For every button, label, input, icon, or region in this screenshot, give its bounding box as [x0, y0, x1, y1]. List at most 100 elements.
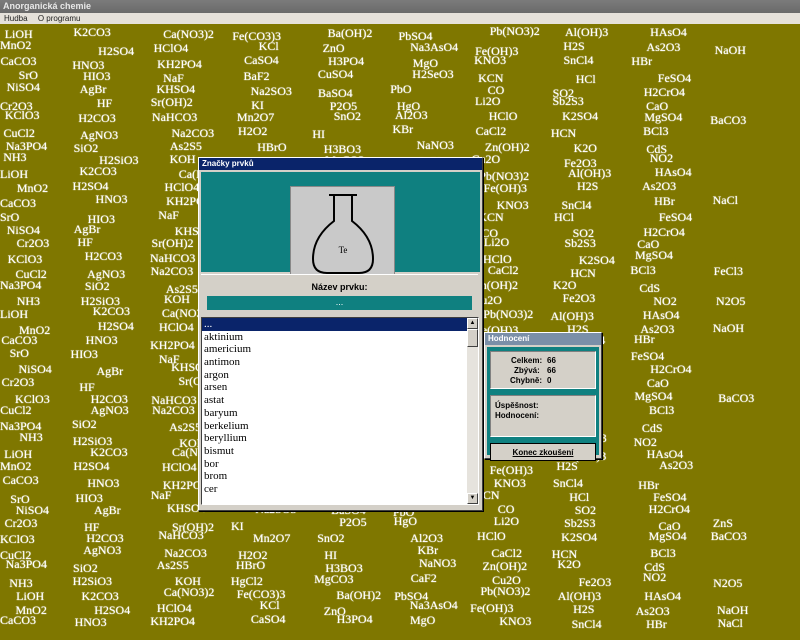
background-formula: MnO2 [16, 181, 49, 196]
background-formula: AgNO3 [80, 127, 119, 142]
background-formula: Al2O3 [394, 108, 428, 122]
background-formula: MgSO4 [634, 389, 673, 403]
background-formula: PbO [390, 82, 412, 97]
background-formula: Ba(OH)2 [327, 26, 373, 41]
background-formula: Pb(NO3)2 [483, 307, 534, 322]
background-formula: HBrO [257, 140, 287, 155]
background-formula: Sb2S3 [552, 94, 584, 109]
list-item[interactable]: ... [202, 318, 478, 331]
background-formula: NaCl [717, 615, 743, 630]
background-formula: Sr(OH)2 [151, 236, 194, 251]
total-label: Celkem: [511, 356, 543, 365]
background-formula: SrO [9, 346, 29, 361]
list-item[interactable]: berkelium [202, 420, 478, 433]
background-formula: KBr [392, 122, 414, 137]
background-formula: FeSO4 [657, 71, 692, 86]
background-formula: CaSO4 [244, 53, 279, 68]
background-formula: CaCO3 [0, 196, 36, 211]
background-formula: HIO3 [70, 347, 98, 362]
background-formula: NH3 [19, 430, 43, 445]
background-formula: HClO4 [161, 459, 197, 474]
background-formula: HBrO [235, 557, 266, 572]
background-formula: KH2PO4 [150, 614, 196, 629]
background-formula: NH3 [3, 150, 27, 165]
element-list[interactable]: ... aktinium americium antimon argon arsen ast… [201, 317, 479, 505]
background-formula: CaSO4 [250, 612, 286, 627]
background-formula: As2O3 [646, 39, 681, 54]
background-formula: KCl [258, 39, 279, 54]
background-formula: Li2O [483, 234, 510, 249]
background-formula: Al(OH)3 [564, 25, 609, 40]
remaining-label: Zbývá: [514, 366, 540, 375]
background-formula: N2O5 [716, 294, 746, 309]
list-item[interactable]: brom [202, 470, 478, 483]
background-formula: HgO [393, 514, 418, 529]
list-item[interactable]: aktinium [202, 331, 478, 344]
background-formula: Sr(OH)2 [150, 94, 193, 109]
list-item[interactable]: cer [202, 483, 478, 496]
background-formula: K2CO3 [79, 164, 117, 179]
list-item[interactable]: antimon [202, 356, 478, 369]
wrong-label: Chybně: [510, 376, 542, 385]
scroll-down-button[interactable]: ▼ [467, 493, 478, 504]
list-item[interactable]: astat [202, 394, 478, 407]
list-item[interactable]: argon [202, 369, 478, 382]
total-value: 66 [547, 356, 556, 365]
symbol-area: Te [201, 172, 480, 286]
list-scrollbar[interactable]: ▲ ▼ [467, 318, 478, 504]
background-formula: H2S [556, 458, 578, 473]
list-item[interactable]: arsen [202, 381, 478, 394]
background-formula: NO2 [642, 570, 667, 585]
list-item[interactable]: bor [202, 458, 478, 471]
background-formula: SnCl4 [563, 52, 594, 67]
background-formula: NO2 [649, 150, 674, 165]
background-formula: Fe(OH)3 [483, 181, 527, 196]
background-formula: Ca(NO3)2 [163, 585, 215, 600]
background-formula: H2O2 [238, 124, 268, 139]
background-formula: K2CO3 [90, 444, 128, 459]
flask-icon: Te [311, 194, 375, 274]
end-testing-button[interactable]: Konec zkoušení [490, 443, 596, 461]
scroll-up-button[interactable]: ▲ [467, 318, 478, 329]
background-formula: HClO [488, 108, 518, 123]
background-formula: KOH [169, 152, 196, 167]
background-formula: BCl3 [630, 263, 656, 278]
background-formula: H2SeO3 [412, 66, 454, 81]
background-formula: H2S [577, 178, 599, 193]
background-formula: HAsO4 [644, 588, 681, 603]
background-formula: HBr [646, 617, 667, 632]
background-formula: Na2SO3 [250, 84, 292, 99]
background-formula: HCN [550, 125, 577, 140]
scroll-thumb[interactable] [467, 329, 478, 347]
background-formula: NaF [158, 208, 179, 223]
background-formula: CaCO3 [0, 54, 37, 69]
background-formula: Sb2S3 [564, 515, 596, 530]
background-formula: Mn2O7 [236, 109, 275, 124]
list-item[interactable]: beryllium [202, 432, 478, 445]
background-formula: CaCO3 [0, 613, 36, 628]
background-formula: SnCl4 [571, 617, 602, 632]
background-formula: H2SiO3 [72, 573, 113, 588]
list-item[interactable]: americium [202, 343, 478, 356]
background-formula: HClO4 [159, 320, 194, 335]
background-formula: H2S [573, 601, 595, 616]
background-formula: MnO2 [0, 38, 32, 53]
element-name-field[interactable]: ... [207, 296, 472, 310]
menu-item-music[interactable]: Hudba [0, 14, 32, 23]
background-formula: Cr2O3 [1, 375, 35, 390]
background-formula: CaCO3 [2, 472, 39, 487]
background-formula: KI [231, 518, 244, 533]
background-formula: HNO3 [95, 192, 128, 207]
background-formula: CdS [641, 421, 663, 436]
background-formula: NaOH [712, 320, 745, 335]
background-formula: H2CO3 [78, 110, 116, 125]
background-formula: AgBr [96, 363, 124, 378]
background-formula: HCl [553, 210, 574, 225]
background-formula: MnO2 [0, 458, 32, 473]
list-item[interactable]: bismut [202, 445, 478, 458]
menu-item-about[interactable]: O programu [34, 14, 85, 23]
background-formula: H3PO4 [336, 612, 373, 627]
list-item[interactable]: baryum [202, 407, 478, 420]
background-formula: NiSO4 [6, 80, 40, 95]
background-formula: KOH [163, 291, 190, 306]
